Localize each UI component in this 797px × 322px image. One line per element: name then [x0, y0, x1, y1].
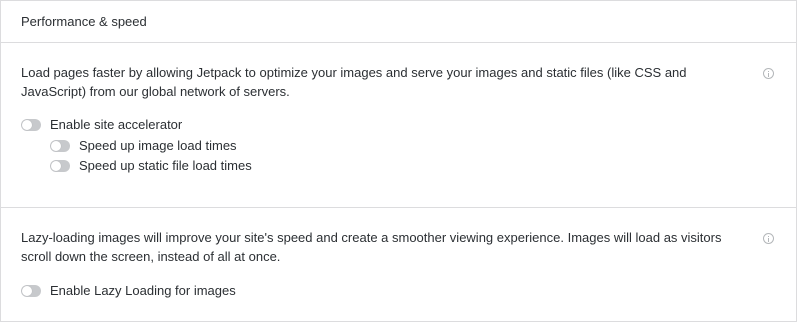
enable-site-accelerator-row[interactable]: Enable site accelerator [21, 116, 182, 134]
site-accelerator-card: Load pages faster by allowing Jetpack to… [1, 43, 796, 208]
enable-site-accelerator-toggle[interactable] [21, 119, 41, 131]
performance-settings-panel: Performance & speed Load pages faster by… [0, 0, 797, 322]
toggle-knob [22, 286, 32, 296]
info-icon[interactable] [763, 233, 774, 244]
lazy-loading-description: Lazy-loading images will improve your si… [21, 230, 722, 264]
lazy-loading-card: Lazy-loading images will improve your si… [1, 208, 796, 321]
enable-site-accelerator-label[interactable]: Enable site accelerator [50, 117, 182, 133]
speed-up-static-file-load-toggle[interactable] [50, 160, 70, 172]
speed-up-image-load-row[interactable]: Speed up image load times [50, 137, 237, 155]
toggle-knob [51, 141, 61, 151]
speed-up-image-load-toggle[interactable] [50, 140, 70, 152]
section-header: Performance & speed [1, 1, 796, 43]
toggle-knob [22, 120, 32, 130]
enable-lazy-loading-toggle[interactable] [21, 285, 41, 297]
speed-up-image-load-label[interactable]: Speed up image load times [79, 138, 237, 154]
info-icon[interactable] [763, 68, 774, 79]
speed-up-static-file-load-row[interactable]: Speed up static file load times [50, 157, 252, 175]
section-title: Performance & speed [21, 14, 147, 29]
toggle-knob [51, 161, 61, 171]
speed-up-static-file-load-label[interactable]: Speed up static file load times [79, 158, 252, 174]
enable-lazy-loading-row[interactable]: Enable Lazy Loading for images [21, 282, 236, 300]
site-accelerator-description: Load pages faster by allowing Jetpack to… [21, 65, 687, 99]
enable-lazy-loading-label[interactable]: Enable Lazy Loading for images [50, 283, 236, 299]
